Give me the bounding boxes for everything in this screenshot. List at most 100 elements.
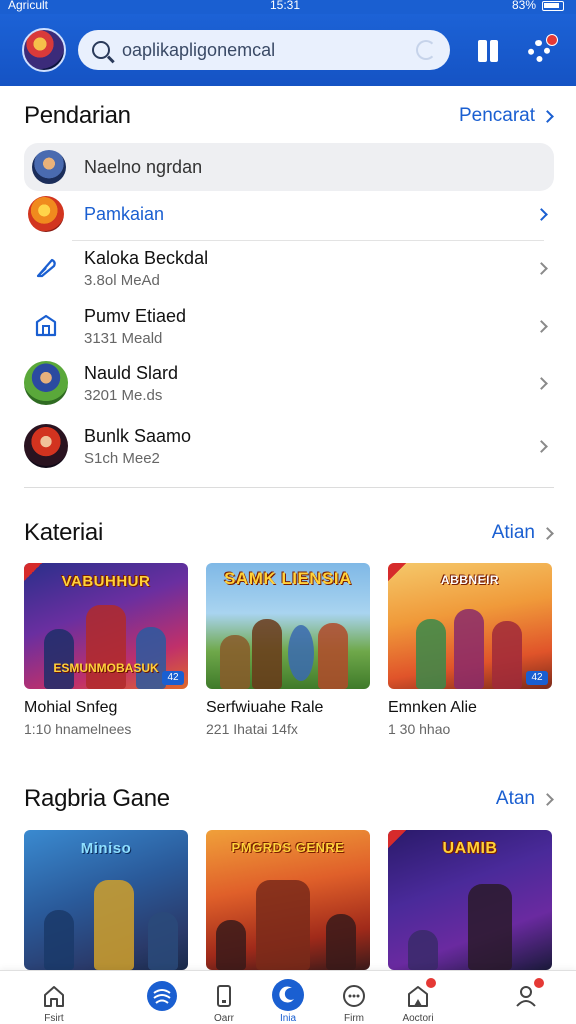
wave-icon [147,981,177,1011]
phone-icon [211,983,237,1009]
genre-section-header: Ragbria Gane Atan [24,785,554,813]
card-title: Emnken Alie [388,699,477,716]
chevron-right-icon [535,319,548,333]
figure [148,912,178,970]
card-title: Serfwiuahe Rale [206,699,324,716]
battery-icon [542,1,564,11]
game-thumbnail: SAMK LIENSIA [206,563,370,689]
search-history-label: Naelno ngrdan [84,156,203,177]
nav-label: Fsirt [44,1013,64,1024]
section-link-label: Pencarat [458,105,535,126]
nav-profile[interactable] [496,971,556,1024]
nav-label: Firm [344,1013,364,1024]
nav-wave[interactable] [132,971,192,1024]
list-item[interactable]: Bunlk Saamo S1ch Mee2 [24,424,554,468]
chevron-right-icon [541,792,554,806]
battery-label: 83% [511,0,536,12]
section-title: Kateriai [24,519,103,546]
art-title: ABBNEIR [440,573,500,587]
game-thumbnail: UAMIB [388,830,552,970]
list-item[interactable]: Pamkaian [24,196,554,232]
list-item-subtitle: 3131 Meald [84,329,163,347]
nav-moon[interactable]: Inia [258,971,318,1024]
figure [326,914,356,970]
feather-icon [24,246,68,290]
art-title: Miniso [80,840,132,857]
figure [416,619,446,689]
chevron-right-icon [541,109,554,123]
store-icon [24,304,68,348]
list-item-subtitle: S1ch Mee2 [84,449,160,467]
nav-chat[interactable]: Firm [324,971,384,1024]
search-input[interactable]: oaplikapligonemcal [122,40,416,61]
search-history-item[interactable]: Naelno ngrdan [24,143,554,191]
nav-home[interactable]: Fsirt [24,971,84,1024]
card-title: Mohial Snfeg [24,699,118,716]
user-avatar[interactable] [22,28,66,72]
card-badge: 42 [526,671,548,685]
nav-phone[interactable]: Oarr [194,971,254,1024]
card-meta: 1:10 hnamelnees [24,721,132,737]
figure [44,629,74,689]
nav-store[interactable]: Aoctori [388,971,448,1024]
section-link[interactable]: Pencarat [458,105,554,127]
panel-icon[interactable] [478,40,500,62]
divider [72,240,544,241]
list-item-subtitle: 3201 Me.ds [84,386,163,404]
game-avatar-icon [24,361,68,405]
search-icon [92,41,110,59]
store-home-icon [405,977,437,1009]
app-bar: oaplikapligonemcal [0,14,576,86]
game-thumbnail: PMGRDS GENRE [206,830,370,970]
art-subtitle: ESMUNMOBASUK [53,661,159,675]
game-card[interactable]: Miniso [24,830,188,970]
clock: 15:31 [270,0,301,12]
figure [318,623,348,689]
card-meta: 221 Ihatai 14fx [206,721,298,737]
game-card[interactable]: ABBNEIR 42 Emnken Alie 1 30 hhao [388,563,552,737]
figure [94,880,134,970]
chevron-right-icon [541,526,554,540]
figure [216,920,246,970]
figure [468,884,512,970]
figure [288,625,314,681]
nav-label: Oarr [214,1013,234,1024]
list-item-subtitle: 3.8ol MeAd [84,271,160,289]
figure [220,635,250,689]
figure [454,609,484,689]
game-thumbnail: ABBNEIR 42 [388,563,552,689]
list-item-title: Pamkaian [84,203,165,224]
section-title: Ragbria Gane [24,785,170,812]
settings-button[interactable] [528,34,558,64]
chevron-right-icon [535,439,548,453]
game-card[interactable]: PMGRDS GENRE [206,830,370,970]
list-item-title: Nauld Slard [84,362,179,383]
category-section-header: Kateriai Atian [24,519,554,547]
section-title: Pendarian [24,102,131,129]
status-bar: Agricult 15:31 83% [0,0,576,14]
game-card[interactable]: SAMK LIENSIA Serfwiuahe Rale 221 Ihatai … [206,563,370,737]
game-card[interactable]: UAMIB [388,830,552,970]
notification-dot [546,34,558,46]
list-item[interactable]: Pumv Etiaed 3131 Meald [24,304,554,348]
figure [44,910,74,970]
search-bar[interactable]: oaplikapligonemcal [78,30,450,70]
search-section-header: Pendarian Pencarat [24,102,554,130]
game-thumbnail: VABUHHUR ESMUNMOBASUK 42 [24,563,188,689]
chevron-right-icon [535,376,548,390]
carrier-label: Agricult [8,0,49,12]
section-link-label: Atian [491,522,535,543]
figure [256,880,310,970]
card-badge: 42 [162,671,184,685]
avatar [32,150,66,184]
game-card[interactable]: VABUHHUR ESMUNMOBASUK 42 Mohial Snfeg 1:… [24,563,188,737]
chevron-right-icon [535,207,548,221]
figure [492,621,522,689]
section-link[interactable]: Atian [491,522,554,544]
section-link[interactable]: Atan [496,788,554,810]
reload-icon[interactable] [416,40,436,60]
list-item[interactable]: Kaloka Beckdal 3.8ol MeAd [24,246,554,290]
list-item[interactable]: Nauld Slard 3201 Me.ds [24,361,554,405]
nav-label: Aoctori [402,1013,434,1024]
nav-label: Inia [279,1013,297,1024]
